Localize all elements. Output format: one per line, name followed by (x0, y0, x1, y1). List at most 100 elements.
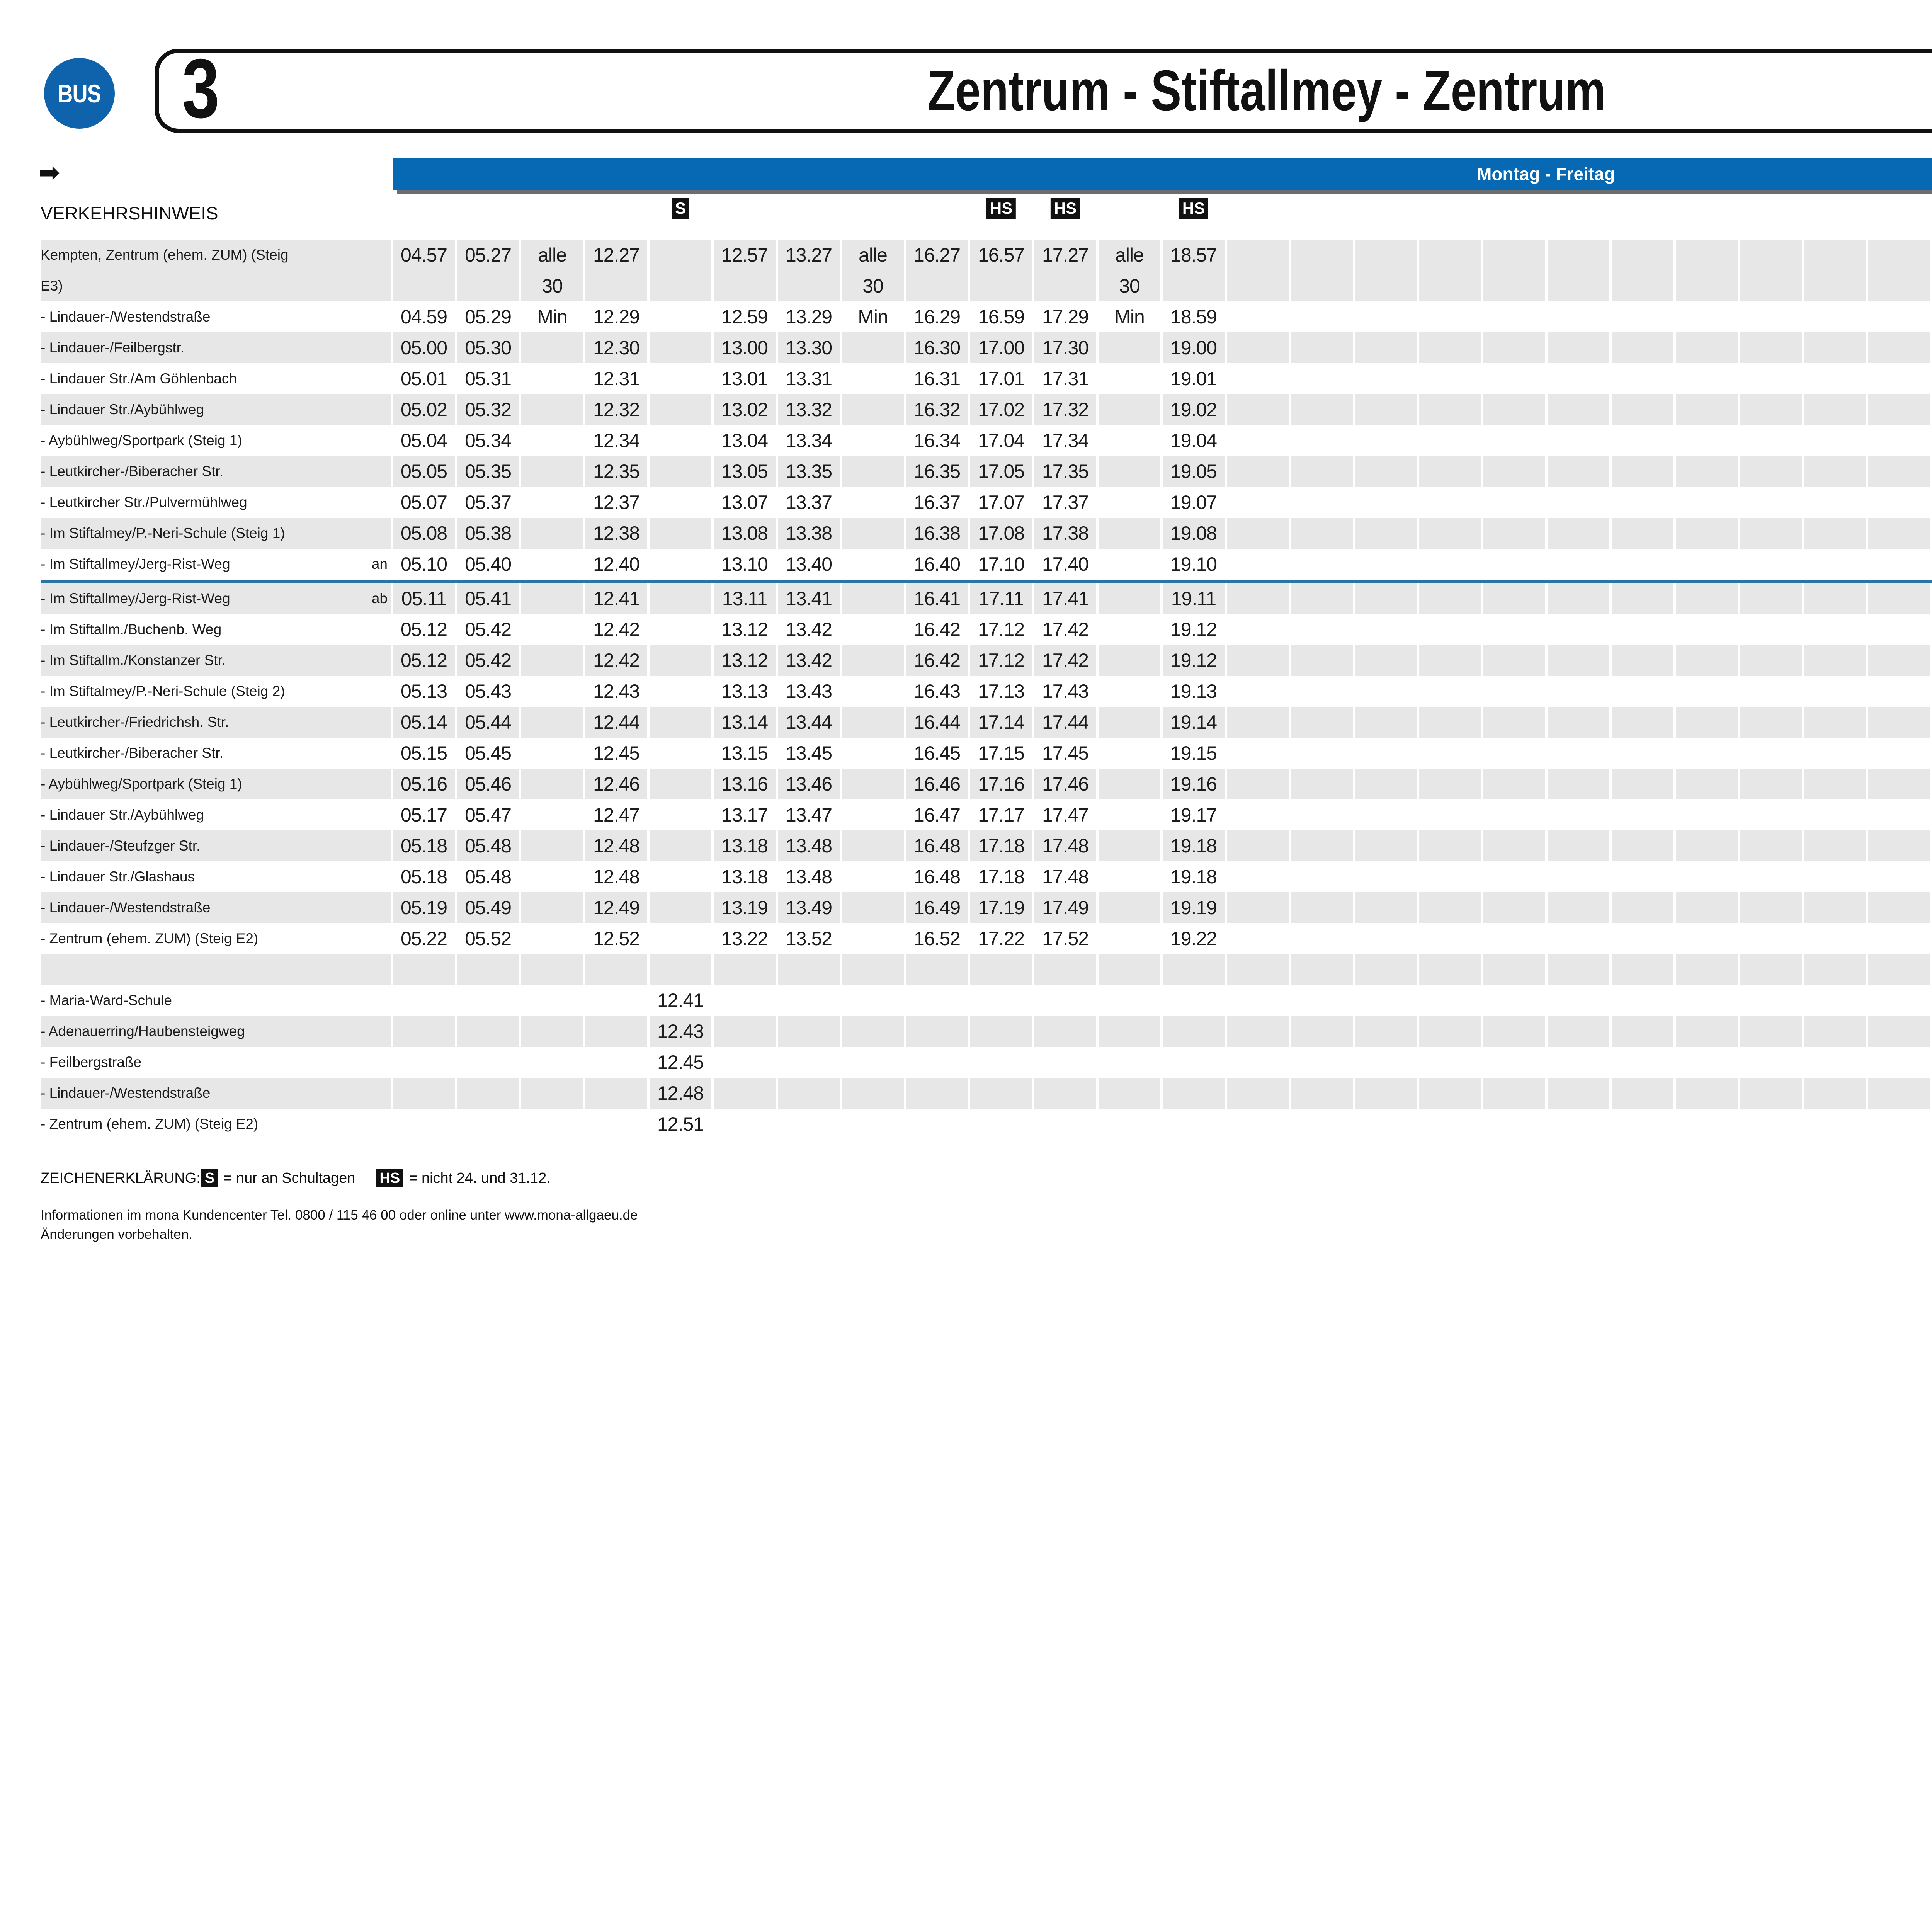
empty-cell (1868, 1016, 1930, 1047)
empty-cell (1227, 738, 1289, 769)
time-cell: 17.12 (970, 614, 1032, 645)
time-cell-line1: 04.57 (401, 245, 447, 265)
time-cell: 13.42 (778, 614, 840, 645)
empty-cell (1548, 549, 1609, 580)
empty-cell (970, 954, 1032, 985)
time-cell-line2 (1191, 276, 1196, 296)
station-cell: - Leutkircher-/Biberacher Str. (41, 738, 391, 769)
empty-cell (1676, 830, 1738, 861)
time-cell: 19.05 (1163, 456, 1225, 487)
empty-cell (457, 1109, 519, 1140)
station-cell: - Lindauer Str./Am Göhlenbach (41, 363, 391, 394)
time-cell: 12.32 (585, 394, 647, 425)
station-name: - Leutkircher-/Biberacher Str. (41, 463, 223, 480)
time-cell: 05.19 (393, 892, 455, 923)
time-cell: 12.48 (585, 861, 647, 892)
empty-cell (1548, 985, 1609, 1016)
time-cell: 12.51 (650, 1109, 711, 1140)
empty-cell (1868, 518, 1930, 549)
empty-cell (842, 583, 904, 614)
empty-cell (1868, 549, 1930, 580)
empty-cell (650, 456, 711, 487)
time-cell: 19.15 (1163, 738, 1225, 769)
empty-cell (1355, 985, 1417, 1016)
empty-cell (1804, 799, 1866, 830)
time-cell-line2 (614, 276, 619, 296)
empty-cell (1355, 583, 1417, 614)
empty-cell (1548, 614, 1609, 645)
empty-cell (1355, 363, 1417, 394)
empty-cell (1548, 583, 1609, 614)
empty-cell (906, 954, 968, 985)
empty-cell (1548, 645, 1609, 676)
station-cell: - Lindauer-/Westendstraße (41, 1078, 391, 1109)
time-cell-line1 (1769, 245, 1774, 265)
empty-cell (1676, 954, 1738, 985)
station-cell: - Im Stiftallm./Konstanzer Str. (41, 645, 391, 676)
empty-cell (1163, 1047, 1225, 1078)
time-cell: 05.48 (457, 830, 519, 861)
empty-cell (1483, 363, 1545, 394)
empty-cell (842, 830, 904, 861)
time-cell-line2 (1320, 276, 1325, 296)
time-cell-line1 (1320, 245, 1325, 265)
empty-cell (1099, 394, 1160, 425)
empty-cell (1804, 861, 1866, 892)
empty-cell (1676, 707, 1738, 738)
table-row: - Im Stiftalmey/P.-Neri-Schule (Steig 2)… (41, 676, 1932, 707)
time-cell: 19.22 (1163, 923, 1225, 954)
empty-cell (1804, 923, 1866, 954)
empty-cell (1419, 363, 1481, 394)
time-cell-line2 (1640, 276, 1645, 296)
empty-cell (521, 363, 583, 394)
empty-cell (1548, 240, 1609, 301)
empty-cell (1355, 676, 1417, 707)
empty-cell (1676, 301, 1738, 332)
empty-cell (1099, 707, 1160, 738)
time-cell: 17.11 (970, 583, 1032, 614)
arrival-departure-label: an (372, 556, 388, 572)
time-cell-line2 (678, 276, 683, 296)
empty-cell (1868, 332, 1930, 363)
time-cell: 12.46 (585, 769, 647, 799)
table-row: - Im Stiftallmey/Jerg-Rist-Wegan05.1005.… (41, 549, 1932, 580)
empty-cell (1291, 363, 1353, 394)
empty-cell (714, 1016, 776, 1047)
time-cell: 18.57 (1163, 240, 1225, 301)
empty-cell (650, 645, 711, 676)
time-cell: 16.35 (906, 456, 968, 487)
empty-cell (1227, 830, 1289, 861)
time-cell: 05.30 (457, 332, 519, 363)
time-cell: 05.45 (457, 738, 519, 769)
time-cell-line1 (1897, 245, 1902, 265)
time-cell: 13.12 (714, 614, 776, 645)
table-row: - Lindauer-/Steufzger Str.05.1805.4812.4… (41, 830, 1932, 861)
time-cell-line2 (1063, 276, 1068, 296)
empty-cell (585, 1078, 647, 1109)
time-cell: 12.44 (585, 707, 647, 738)
empty-cell (1676, 799, 1738, 830)
time-cell: 05.10 (393, 549, 455, 580)
station-name: - Lindauer-/Feilbergstr. (41, 340, 184, 356)
empty-cell (778, 954, 840, 985)
empty-cell (906, 1109, 968, 1140)
empty-cell (842, 456, 904, 487)
empty-cell (1612, 518, 1673, 549)
time-cell: 19.17 (1163, 799, 1225, 830)
empty-cell (842, 1047, 904, 1078)
time-cell: 12.42 (585, 614, 647, 645)
station-cell: - Im Stiftallmey/Jerg-Rist-Wegab (41, 583, 391, 614)
empty-cell (1676, 583, 1738, 614)
empty-cell (1868, 425, 1930, 456)
empty-cell (650, 549, 711, 580)
empty-cell (1099, 487, 1160, 518)
time-cell-line2 (1576, 276, 1581, 296)
time-cell: 16.42 (906, 614, 968, 645)
empty-cell (457, 985, 519, 1016)
empty-cell (1740, 799, 1802, 830)
service-days-band: Montag - Freitag (393, 158, 1932, 190)
time-cell-line1: 12.57 (721, 245, 768, 265)
time-cell: 17.27 (1034, 240, 1096, 301)
empty-cell (842, 676, 904, 707)
empty-cell (1227, 332, 1289, 363)
